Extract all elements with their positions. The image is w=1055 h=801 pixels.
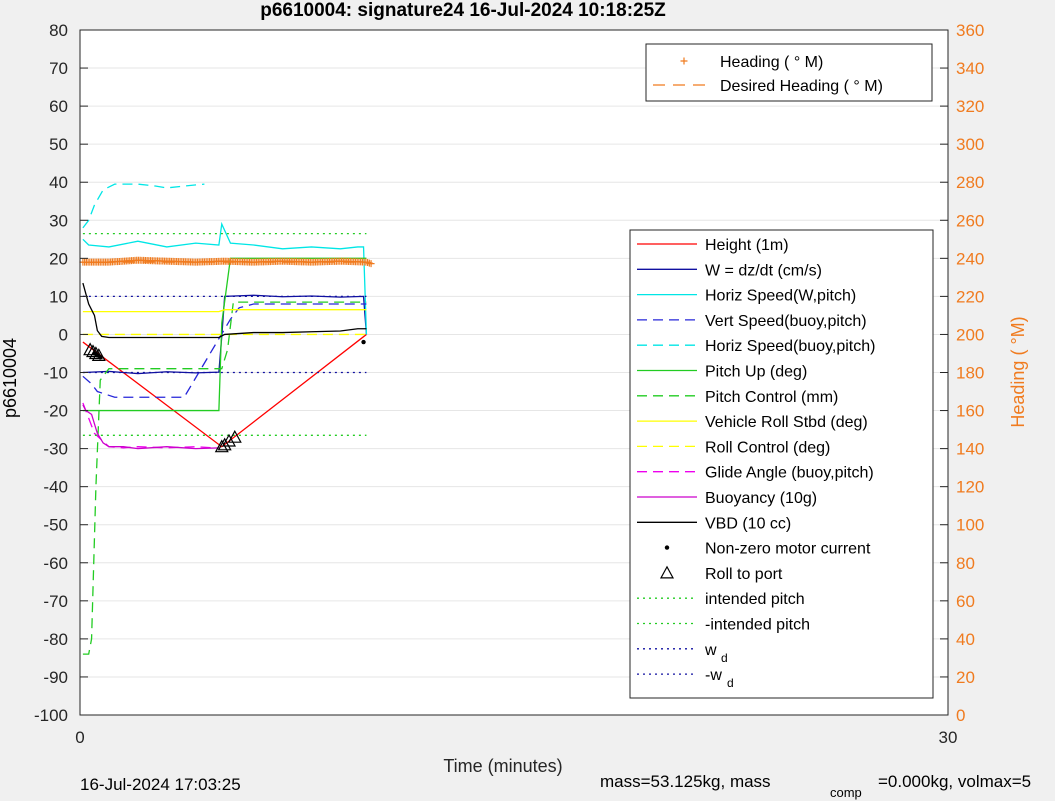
legend-main-vehicle-roll-stbd-deg-7-label: Vehicle Roll Stbd (deg) — [705, 414, 868, 431]
marker-non-zero-motor-current — [361, 339, 366, 345]
y-tick-label: 60 — [49, 97, 68, 116]
x-tick-label: 30 — [939, 728, 958, 747]
y-tick-label: -20 — [43, 402, 68, 421]
footer-mass-subscript: comp — [830, 785, 862, 800]
y2-tick-label: 240 — [956, 249, 984, 268]
y-tick-label: -40 — [43, 478, 68, 497]
legend-main-horiz-speed-w-pitch-2-label: Horiz Speed(W,pitch) — [705, 288, 856, 305]
y-tick-label: -10 — [43, 364, 68, 383]
y2-tick-label: 280 — [956, 173, 984, 192]
y2-tick-label: 160 — [956, 402, 984, 421]
y-tick-label: -90 — [43, 668, 68, 687]
y2-tick-label: 120 — [956, 478, 984, 497]
y-tick-label: 0 — [59, 325, 68, 344]
footer-volmax: =0.000kg, volmax=5 — [878, 772, 1031, 791]
y2-tick-label: 360 — [956, 21, 984, 40]
y2-tick-label: 100 — [956, 516, 984, 535]
y2-tick-label: 140 — [956, 440, 984, 459]
legend-main-w-16-label: w — [704, 642, 717, 659]
legend-main-intended-pitch-14-label: intended pitch — [705, 591, 805, 608]
y-tick-label: 10 — [49, 287, 68, 306]
legend-main-w-17-subscript: d — [727, 676, 734, 690]
y2-tick-label: 320 — [956, 97, 984, 116]
y-tick-label: 50 — [49, 135, 68, 154]
legend-main-w-16-subscript: d — [721, 651, 728, 665]
y-tick-label: -30 — [43, 440, 68, 459]
y-tick-label: -70 — [43, 592, 68, 611]
y2-tick-label: 80 — [956, 554, 975, 573]
y2-tick-label: 200 — [956, 325, 984, 344]
y2-tick-label: 300 — [956, 135, 984, 154]
y-tick-label: 20 — [49, 249, 68, 268]
legend-main-w-17-label: -w — [705, 667, 722, 684]
x-tick-label: 0 — [75, 728, 84, 747]
y-tick-label: -80 — [43, 630, 68, 649]
legend-main: Height (1m) W = dz/dt (cm/s) Horiz Speed(W… — [629, 229, 934, 699]
legend-main-buoyancy-10g-10-label: Buoyancy (10g) — [705, 490, 817, 507]
y-tick-label: 40 — [49, 173, 68, 192]
legend-heading: Heading ( ° M) Desired Heading ( ° M) — [645, 43, 933, 102]
legend-main-intended-pitch-15-label: -intended pitch — [705, 617, 810, 634]
x-axis-label: Time (minutes) — [443, 756, 562, 776]
y-tick-label: 70 — [49, 59, 68, 78]
y-tick-label: 80 — [49, 21, 68, 40]
y2-tick-label: 260 — [956, 211, 984, 230]
y-tick-label: -100 — [34, 706, 68, 725]
legend-main-pitch-control-mm-6-label: Pitch Control (mm) — [705, 389, 838, 406]
legend-main-vbd-10-cc-11-label: VBD (10 cc) — [705, 515, 791, 532]
legend-main-w-dz-dt-cm-s-1-label: W = dz/dt (cm/s) — [705, 262, 822, 279]
y2-tick-label: 220 — [956, 287, 984, 306]
y-tick-label: -50 — [43, 516, 68, 535]
legend-main-roll-to-port-13-label: Roll to port — [705, 566, 783, 583]
legend-main-pitch-up-deg-5-label: Pitch Up (deg) — [705, 364, 807, 381]
y2-tick-label: 0 — [956, 706, 965, 725]
legend-heading-0-label: Heading ( ° M) — [720, 54, 823, 71]
footer-timestamp: 16-Jul-2024 17:03:25 — [80, 775, 241, 794]
legend-main-non-zero-motor-current-12-swatch — [664, 545, 670, 550]
legend-main-horiz-speed-buoy-pitch-4-label: Horiz Speed(buoy,pitch) — [705, 338, 875, 355]
legend-main-glide-angle-buoy-pitch-9-label: Glide Angle (buoy,pitch) — [705, 465, 874, 482]
legend-main-non-zero-motor-current-12-label: Non-zero motor current — [705, 541, 871, 558]
chart: 80706050403020100-10-20-30-40-50-60-70-8… — [0, 0, 1031, 800]
footer-mass: mass=53.125kg, mass — [600, 772, 771, 791]
y2-axis-label: Heading ( °M) — [1008, 316, 1028, 427]
y-tick-label: 30 — [49, 211, 68, 230]
y2-tick-label: 40 — [956, 630, 975, 649]
y-axis-label: p6610004 — [0, 338, 20, 418]
y2-tick-label: 60 — [956, 592, 975, 611]
y2-tick-label: 20 — [956, 668, 975, 687]
y2-tick-label: 180 — [956, 364, 984, 383]
y2-tick-label: 340 — [956, 59, 984, 78]
legend-main-roll-control-deg-8-label: Roll Control (deg) — [705, 439, 830, 456]
chart-title: p6610004: signature24 16-Jul-2024 10:18:… — [260, 0, 666, 21]
legend-heading-1-label: Desired Heading ( ° M) — [720, 78, 883, 95]
legend-main-height-1m-0-label: Height (1m) — [705, 237, 789, 254]
legend-main-vert-speed-buoy-pitch-3-label: Vert Speed(buoy,pitch) — [705, 313, 867, 330]
y-tick-label: -60 — [43, 554, 68, 573]
